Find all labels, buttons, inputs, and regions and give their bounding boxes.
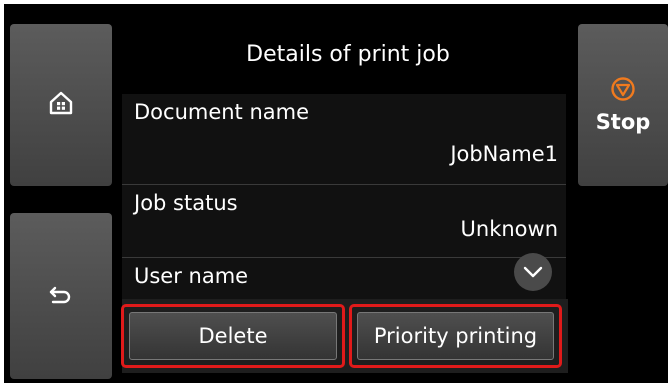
detail-value: JobName1: [450, 142, 558, 166]
printer-touchscreen: Stop Details of print job Document name …: [4, 4, 668, 383]
stop-icon: [610, 76, 636, 106]
scroll-down-button[interactable]: [514, 253, 552, 291]
priority-printing-button[interactable]: Priority printing: [357, 312, 554, 360]
delete-highlight: Delete: [121, 304, 345, 368]
detail-item-user-name: User name: [122, 258, 566, 304]
detail-label: User name: [134, 264, 249, 288]
stop-label: Stop: [595, 110, 651, 134]
detail-value: Unknown: [460, 217, 558, 241]
stop-button[interactable]: Stop: [578, 24, 668, 186]
page-title: Details of print job: [246, 42, 450, 67]
home-button[interactable]: [10, 24, 112, 186]
priority-printing-highlight: Priority printing: [349, 304, 562, 368]
detail-item-document-name: Document name JobName1: [122, 94, 566, 185]
home-icon: [48, 90, 74, 120]
detail-label: Job status: [134, 191, 238, 215]
detail-label: Document name: [134, 100, 310, 124]
detail-item-job-status: Job status Unknown: [122, 185, 566, 258]
back-button[interactable]: [10, 213, 112, 379]
delete-button[interactable]: Delete: [129, 312, 337, 360]
job-details-list[interactable]: Document name JobName1 Job status Unknow…: [122, 94, 566, 304]
chevron-down-icon: [523, 263, 543, 282]
back-arrow-icon: [49, 284, 73, 308]
